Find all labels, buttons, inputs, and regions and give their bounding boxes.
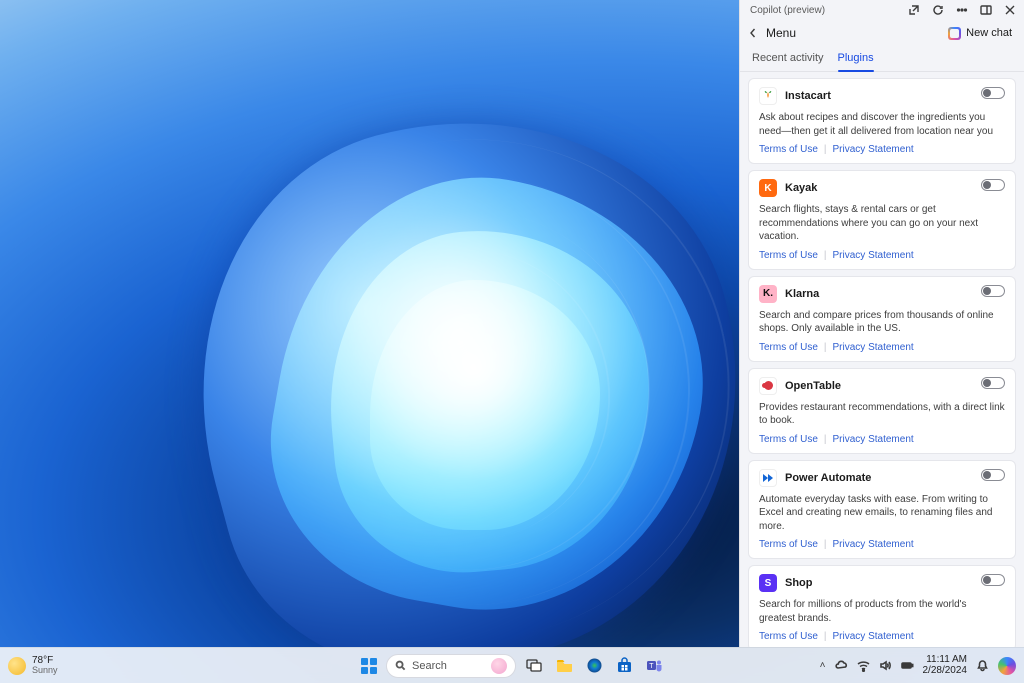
plugin-name: Klarna [785, 288, 819, 300]
plugin-desc: Search and compare prices from thousands… [759, 309, 1005, 336]
kayak-icon: K [759, 179, 777, 197]
plugin-toggle[interactable] [981, 377, 1005, 389]
shop-icon: S [759, 574, 777, 592]
copilot-taskbar-icon[interactable] [998, 657, 1016, 675]
desktop: Copilot (preview) Menu New chat Recent a… [0, 0, 1024, 683]
onedrive-icon[interactable] [835, 659, 848, 672]
notifications-icon[interactable] [976, 659, 989, 672]
plugin-name: Shop [785, 577, 813, 589]
panel-tabs: Recent activity Plugins [740, 46, 1024, 72]
terms-link[interactable]: Terms of Use [759, 144, 818, 155]
search-placeholder: Search [412, 660, 447, 672]
power-automate-icon [759, 469, 777, 487]
teams-button[interactable]: T [642, 654, 666, 678]
plugin-card-opentable: OpenTable Provides restaurant recommenda… [748, 368, 1016, 454]
taskbar: 78°F Sunny Search T ˄ 11:11 AM [0, 647, 1024, 683]
weather-icon [8, 657, 26, 675]
plugin-card-instacart: Instacart Ask about recipes and discover… [748, 78, 1016, 164]
clock-date: 2/28/2024 [923, 666, 968, 677]
privacy-link[interactable]: Privacy Statement [833, 250, 914, 261]
panel-subheader: Menu New chat [740, 18, 1024, 46]
tray-overflow-icon[interactable]: ˄ [820, 660, 826, 671]
plugin-toggle[interactable] [981, 179, 1005, 191]
plugin-name: OpenTable [785, 380, 841, 392]
instacart-icon [759, 87, 777, 105]
weather-widget: 78°F Sunny [32, 656, 58, 675]
close-icon[interactable] [1004, 4, 1016, 16]
opentable-icon [759, 377, 777, 395]
panel-window-controls [908, 4, 1016, 16]
plugin-card-kayak: K Kayak Search flights, stays & rental c… [748, 170, 1016, 270]
weather-condition: Sunny [32, 666, 58, 675]
plugin-list[interactable]: Instacart Ask about recipes and discover… [740, 72, 1024, 647]
terms-link[interactable]: Terms of Use [759, 434, 818, 445]
taskbar-clock[interactable]: 11:11 AM 2/28/2024 [923, 655, 968, 676]
wifi-icon[interactable] [857, 659, 870, 672]
open-external-icon[interactable] [908, 4, 920, 16]
plugin-card-klarna: K. Klarna Search and compare prices from… [748, 276, 1016, 362]
new-chat-icon [948, 27, 961, 40]
panel-title: Copilot (preview) [750, 5, 825, 16]
search-icon [395, 660, 406, 671]
taskbar-search[interactable]: Search [386, 654, 516, 678]
plugin-card-shop: S Shop Search for millions of products f… [748, 565, 1016, 647]
plugin-desc: Ask about recipes and discover the ingre… [759, 111, 1005, 138]
taskbar-left[interactable]: 78°F Sunny [8, 656, 58, 675]
edge-button[interactable] [582, 654, 606, 678]
terms-link[interactable]: Terms of Use [759, 539, 818, 550]
search-highlight-icon [491, 658, 507, 674]
plugin-name: Instacart [785, 90, 831, 102]
klarna-icon: K. [759, 285, 777, 303]
explorer-button[interactable] [552, 654, 576, 678]
panel-header: Copilot (preview) [740, 0, 1024, 18]
tab-recent-activity[interactable]: Recent activity [752, 46, 824, 71]
refresh-icon[interactable] [932, 4, 944, 16]
new-chat-label: New chat [966, 27, 1012, 39]
plugin-toggle[interactable] [981, 285, 1005, 297]
plugin-toggle[interactable] [981, 469, 1005, 481]
chevron-left-icon [748, 28, 758, 38]
plugin-name: Power Automate [785, 472, 871, 484]
taskview-button[interactable] [522, 654, 546, 678]
tab-plugins[interactable]: Plugins [838, 46, 874, 71]
terms-link[interactable]: Terms of Use [759, 250, 818, 261]
privacy-link[interactable]: Privacy Statement [833, 342, 914, 353]
plugin-desc: Search flights, stays & rental cars or g… [759, 203, 1005, 244]
start-button[interactable] [358, 655, 380, 677]
back-to-menu-button[interactable]: Menu [748, 26, 796, 40]
privacy-link[interactable]: Privacy Statement [833, 144, 914, 155]
plugin-desc: Provides restaurant recommendations, wit… [759, 401, 1005, 428]
more-icon[interactable] [956, 4, 968, 16]
copilot-panel: Copilot (preview) Menu New chat Recent a… [739, 0, 1024, 647]
terms-link[interactable]: Terms of Use [759, 342, 818, 353]
plugin-toggle[interactable] [981, 87, 1005, 99]
taskbar-center: Search T [358, 654, 666, 678]
privacy-link[interactable]: Privacy Statement [833, 434, 914, 445]
volume-icon[interactable] [879, 659, 892, 672]
plugin-card-power-automate: Power Automate Automate everyday tasks w… [748, 460, 1016, 560]
privacy-link[interactable]: Privacy Statement [833, 631, 914, 642]
terms-link[interactable]: Terms of Use [759, 631, 818, 642]
wallpaper-bloom [0, 0, 740, 650]
plugin-toggle[interactable] [981, 574, 1005, 586]
clock-time: 11:11 AM [926, 655, 967, 666]
battery-icon[interactable] [901, 659, 914, 672]
plugin-name: Kayak [785, 182, 817, 194]
plugin-desc: Search for millions of products from the… [759, 598, 1005, 625]
menu-label: Menu [766, 26, 796, 40]
taskbar-right: ˄ 11:11 AM 2/28/2024 [820, 655, 1016, 676]
svg-text:T: T [649, 663, 654, 670]
new-chat-button[interactable]: New chat [948, 27, 1012, 40]
privacy-link[interactable]: Privacy Statement [833, 539, 914, 550]
dock-icon[interactable] [980, 4, 992, 16]
plugin-desc: Automate everyday tasks with ease. From … [759, 493, 1005, 534]
store-button[interactable] [612, 654, 636, 678]
